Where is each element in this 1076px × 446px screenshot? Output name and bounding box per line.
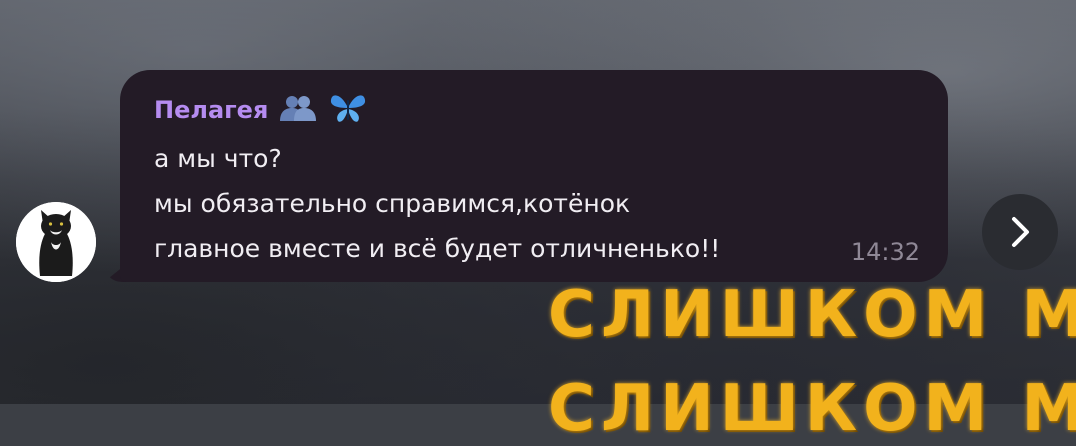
message-line: главное вместе и всё будет отличненько!! [154, 234, 721, 263]
message-text: а мы что? мы обязательно справимся,котён… [154, 136, 720, 271]
message-line: а мы что? [154, 144, 282, 173]
butterfly-icon [328, 92, 368, 129]
sender-avatar[interactable] [16, 202, 96, 282]
sender-name[interactable]: Пелагея [154, 96, 268, 124]
cat-avatar-icon [16, 202, 96, 282]
message-line: мы обязательно справимся,котёнок [154, 189, 631, 218]
background-image-text: СЛИШКОМ М [548, 372, 1076, 446]
background-image-text: СЛИШКОМ М [548, 278, 1076, 352]
sender-row: Пелагея [154, 94, 368, 126]
message-bubble[interactable]: Пелагея а мы что? мы обязательно справим… [120, 70, 948, 282]
forward-button[interactable] [982, 194, 1058, 270]
message-time: 14:32 [850, 238, 920, 266]
chevron-right-icon [1012, 217, 1029, 247]
people-hugging-icon [274, 93, 322, 128]
